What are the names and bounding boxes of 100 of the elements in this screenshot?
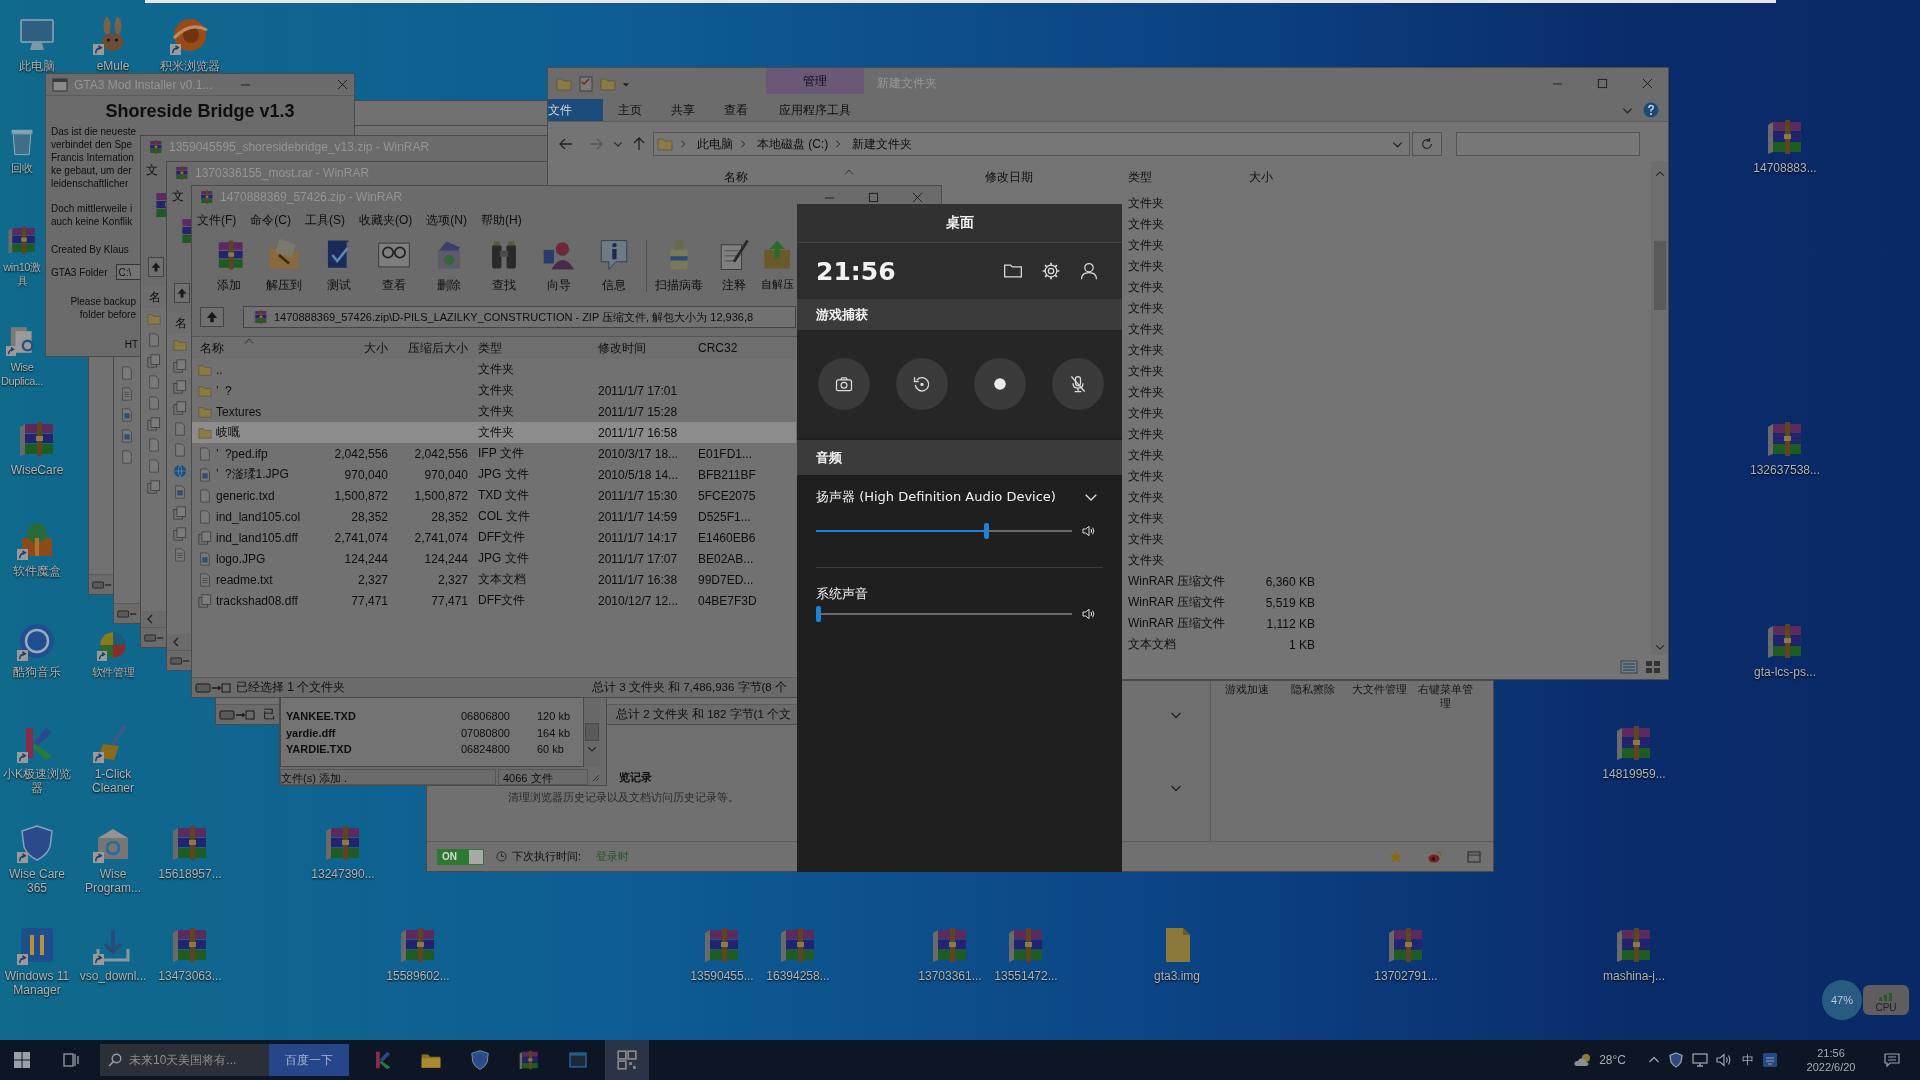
screenshot-button[interactable] xyxy=(818,358,870,410)
file-row[interactable]: readme.txt 2,327 2,327 文本文档 2011/1/7 16:38 99D7ED... xyxy=(192,569,796,590)
column-header[interactable]: 修改日期 xyxy=(975,169,1118,185)
maximize-icon[interactable] xyxy=(868,191,879,203)
menu-item[interactable]: 工具(S) xyxy=(305,211,345,229)
ribbon-tab[interactable]: 共享 xyxy=(656,99,709,121)
menu-item[interactable]: 文 xyxy=(172,187,184,205)
desktop-item[interactable]: Wise Program... xyxy=(75,823,151,895)
up-arrow-icon[interactable] xyxy=(631,136,647,152)
folder-field[interactable]: C:\ xyxy=(115,264,140,280)
desktop-item[interactable]: 13551472... xyxy=(988,925,1064,983)
file-row[interactable]: ’ ?ped.ifp 2,042,556 2,042,556 IFP 文件 2010/3/17 18... E01FD1... xyxy=(192,443,796,464)
tool-button[interactable]: 隐私擦除 xyxy=(1280,682,1346,696)
desktop-item[interactable]: 小K极速浏览 器 xyxy=(0,723,75,795)
star-icon[interactable] xyxy=(1389,849,1403,864)
help-icon[interactable] xyxy=(1643,102,1659,118)
tool-button[interactable]: 大文件管理 xyxy=(1346,682,1412,696)
desktop-item[interactable]: 13703361... xyxy=(912,925,988,983)
menu-item[interactable]: 文件(F) xyxy=(197,211,237,229)
file-name[interactable]: YANKEE.TXD xyxy=(286,710,461,723)
toolbar-button[interactable]: 删除 xyxy=(421,236,476,296)
desktop-item[interactable]: mashina-j... xyxy=(1596,925,1672,983)
toolbar-button[interactable]: 向导 xyxy=(531,236,586,296)
taskbar-app[interactable] xyxy=(605,1040,649,1080)
file-row[interactable]: 岐嘅 文件夹 2011/1/7 16:58 xyxy=(192,422,796,443)
ribbon-tab[interactable]: 主页 xyxy=(603,99,656,121)
desktop-item[interactable]: Wise Care 365 xyxy=(0,823,75,895)
clock[interactable]: 21:56 2022/6/20 xyxy=(1800,1046,1862,1074)
search-box[interactable]: 未来10天美国将有... xyxy=(100,1044,269,1076)
toolbar-button[interactable]: 测试 xyxy=(311,236,366,296)
eye-icon[interactable] xyxy=(1428,849,1442,864)
search-field[interactable]: 未来10天美国将有... xyxy=(129,1053,259,1067)
scroll-up-icon[interactable] xyxy=(1654,169,1665,179)
network-icon[interactable] xyxy=(1692,1052,1708,1068)
column-header[interactable]: 修改时间 xyxy=(596,337,696,359)
speaker-icon[interactable] xyxy=(1081,523,1097,539)
person-icon[interactable] xyxy=(1079,261,1099,281)
toolbar-button[interactable]: 信息 xyxy=(586,236,641,296)
chevron-right-icon[interactable] xyxy=(679,139,687,149)
desktop-item[interactable]: 软件魔盒 xyxy=(0,520,75,578)
desktop-item[interactable]: vso_downl... xyxy=(75,925,151,983)
menu-item[interactable]: 帮助(H) xyxy=(481,211,522,229)
up-folder-button[interactable] xyxy=(174,283,190,303)
up-folder-button[interactable] xyxy=(200,307,224,327)
ribbon-tab[interactable]: 查看 xyxy=(709,99,762,121)
menu-item[interactable]: 收藏夹(O) xyxy=(359,211,413,229)
lines-tile-icon[interactable] xyxy=(1762,1052,1778,1068)
file-row[interactable]: ind_land105.col 28,352 28,352 COL 文件 2011/1/7 14:59 D525F1... xyxy=(192,506,796,527)
column-header[interactable]: 名 xyxy=(175,314,187,332)
microphone-button[interactable] xyxy=(1052,358,1104,410)
replay-button[interactable] xyxy=(896,358,948,410)
column-header[interactable]: 名 xyxy=(149,288,161,306)
file-row[interactable]: ’ ? 文件夹 2011/1/7 17:01 xyxy=(192,380,796,401)
toolbar-button[interactable]: 添加 xyxy=(201,236,256,296)
file-name[interactable]: YARDIE.TXD xyxy=(286,743,461,756)
desktop-item[interactable]: gta-lcs-ps... xyxy=(1747,621,1823,679)
desktop-item[interactable]: 16394258... xyxy=(760,925,836,983)
file-row[interactable]: ’ ?滏瑈1.JPG 970,040 970,040 JPG 文件 2010/5/18 14... BFB211BF xyxy=(192,464,796,485)
column-header[interactable]: 名称 xyxy=(192,337,330,359)
close-icon[interactable] xyxy=(912,191,923,203)
close-icon[interactable] xyxy=(337,79,348,90)
toolbar-button[interactable]: 查找 xyxy=(476,236,531,296)
file-row[interactable]: trackshad08.dff 77,471 77,471 DFF文件 2010/12/7 12... 04BE7F3D xyxy=(192,590,796,611)
menu-item[interactable]: 选项(N) xyxy=(426,211,467,229)
scrollbar-thumb[interactable] xyxy=(585,723,599,741)
desktop-item[interactable]: 13590455... xyxy=(684,925,760,983)
temperature-text[interactable]: 28°C xyxy=(1599,1053,1626,1067)
file-row[interactable]: Textures 文件夹 2011/1/7 15:28 xyxy=(192,401,796,422)
refresh-button[interactable] xyxy=(1412,132,1442,156)
desktop-item[interactable]: 13702791... xyxy=(1368,925,1444,983)
desktop-item[interactable]: 15618957... xyxy=(152,823,228,881)
file-row[interactable]: .. 文件夹 xyxy=(192,359,796,380)
usage-badge[interactable]: 47% xyxy=(1822,980,1862,1020)
close-icon[interactable] xyxy=(1642,78,1653,89)
desktop-item[interactable]: 13247390... xyxy=(305,823,381,881)
column-header[interactable]: 大小 xyxy=(330,337,390,359)
desktop-item[interactable]: 14819959... xyxy=(1596,723,1672,781)
file-row[interactable]: logo.JPG 124,244 124,244 JPG 文件 2011/1/7 17:07 BE02AB... xyxy=(192,548,796,569)
shield-icon[interactable] xyxy=(1668,1052,1684,1068)
breadcrumb-item[interactable]: 此电脑 xyxy=(697,135,733,153)
notification-icon[interactable] xyxy=(1884,1052,1900,1068)
toolbar-button[interactable]: 注释 xyxy=(706,236,761,296)
scroll-down-icon[interactable] xyxy=(1654,642,1665,652)
record-button[interactable] xyxy=(974,358,1026,410)
slider-thumb[interactable] xyxy=(816,606,821,622)
column-header[interactable]: 名称 xyxy=(722,169,975,185)
tool-button[interactable]: 右键菜单管理 xyxy=(1412,682,1478,710)
desktop-item[interactable]: 此电脑 xyxy=(0,15,75,73)
desktop-item[interactable]: gta3.img xyxy=(1139,925,1215,983)
column-header[interactable]: 类型 xyxy=(470,337,596,359)
breadcrumb-item[interactable]: 新建文件夹 xyxy=(852,135,913,153)
desktop-item[interactable]: 酷狗音乐 xyxy=(0,621,75,679)
maximize-icon[interactable] xyxy=(1597,78,1608,89)
tool-button[interactable]: 游戏加速 xyxy=(1214,682,1280,696)
desktop-item[interactable]: 13473063... xyxy=(152,925,228,983)
column-header[interactable]: 压缩后大小 xyxy=(390,337,470,359)
column-header[interactable]: 类型 xyxy=(1118,169,1238,185)
large-icons-view-icon[interactable] xyxy=(1644,660,1662,674)
toolbar-button[interactable]: 自解压 xyxy=(761,236,797,296)
desktop-item[interactable]: Wise Duplica... xyxy=(0,324,44,388)
